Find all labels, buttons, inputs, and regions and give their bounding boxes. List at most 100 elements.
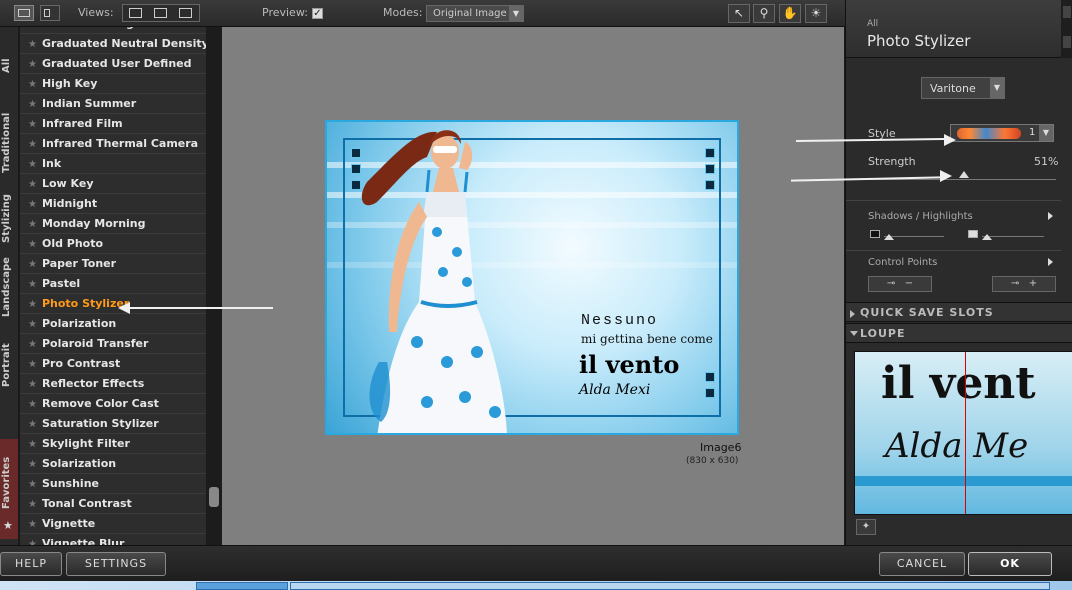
favorite-star-icon[interactable]: ★ — [28, 499, 37, 510]
quick-save-slots-header[interactable]: QUICK SAVE SLOTS — [846, 302, 1072, 322]
tab-landscape[interactable]: Landscape — [0, 247, 18, 319]
filter-item[interactable]: ★ Ink — [20, 154, 206, 174]
loupe-header[interactable]: LOUPE — [846, 323, 1072, 343]
style-selector[interactable]: 1 ▼ — [950, 124, 1054, 142]
favorite-star-icon[interactable]: ★ — [28, 259, 37, 270]
cancel-button[interactable]: CANCEL — [879, 552, 965, 576]
control-points-expand-icon[interactable] — [1048, 258, 1053, 266]
filter-item[interactable]: ★ Infrared Thermal Camera — [20, 134, 206, 154]
remove-control-point-button[interactable]: ⊸ − — [868, 276, 932, 292]
favorite-star-icon[interactable]: ★ — [28, 159, 37, 170]
filter-item[interactable]: ★ High Key — [20, 74, 206, 94]
tab-portrait[interactable]: Portrait — [0, 331, 18, 391]
favorite-star-icon[interactable]: ★ — [28, 459, 37, 470]
view-side-by-side-icon[interactable] — [179, 8, 192, 18]
filter-item[interactable]: ★ Polaroid Transfer — [20, 334, 206, 354]
preview-checkbox[interactable]: ✓ — [312, 8, 323, 19]
favorite-star-icon[interactable]: ★ — [28, 299, 37, 310]
filter-item[interactable]: ★ Low Key — [20, 174, 206, 194]
panel-collapse-icon[interactable] — [1063, 6, 1071, 18]
split-view-icon[interactable] — [40, 5, 60, 21]
scrollbar-thumb[interactable] — [209, 487, 219, 507]
favorite-star-icon[interactable]: ★ — [28, 99, 37, 110]
filter-item[interactable]: ★ Polarization — [20, 314, 206, 334]
filter-list-scrollbar[interactable] — [206, 27, 222, 545]
taskbar-window[interactable] — [196, 582, 288, 590]
favorite-star-icon[interactable]: ★ — [28, 339, 37, 350]
filter-item[interactable]: ★ Monday Morning — [20, 214, 206, 234]
panel-header: All Photo Stylizer — [846, 0, 1072, 58]
filter-item[interactable]: ★ Remove Color Cast — [20, 394, 206, 414]
filter-item[interactable]: ★ Photo Stylizer — [20, 294, 206, 314]
favorite-star-icon[interactable]: ★ — [28, 379, 37, 390]
favorite-star-icon[interactable]: ★ — [28, 359, 37, 370]
modes-dropdown[interactable]: Original Image ▼ — [426, 5, 524, 22]
favorite-star-icon[interactable]: ★ — [28, 239, 37, 250]
filter-item[interactable]: ★ Vignette Blur — [20, 534, 206, 545]
favorite-star-icon[interactable]: ★ — [28, 139, 37, 150]
help-button[interactable]: HELP — [0, 552, 62, 576]
favorite-star-icon[interactable]: ★ — [28, 399, 37, 410]
filter-item[interactable]: ★ Infrared Film — [20, 114, 206, 134]
hand-tool-icon[interactable]: ✋ — [779, 4, 801, 23]
favorite-star-icon[interactable]: ★ — [28, 439, 37, 450]
filter-item[interactable]: ★ Pro Contrast — [20, 354, 206, 374]
views-label: Views: — [78, 6, 114, 19]
ok-button[interactable]: OK — [968, 552, 1052, 576]
filter-item[interactable]: ★ Graduated User Defined — [20, 54, 206, 74]
tab-all[interactable]: All — [0, 35, 18, 75]
filter-item[interactable]: ★ Solarization — [20, 454, 206, 474]
filter-item[interactable]: ★ Indian Summer — [20, 94, 206, 114]
views-selector[interactable] — [122, 4, 200, 22]
favorite-star-icon[interactable]: ★ — [28, 479, 37, 490]
favorite-star-icon[interactable]: ★ — [28, 199, 37, 210]
add-control-point-button[interactable]: ⊸ + — [992, 276, 1056, 292]
filter-item[interactable]: ★ Sunshine — [20, 474, 206, 494]
filter-item[interactable]: ★ Midnight — [20, 194, 206, 214]
favorite-star-icon[interactable]: ★ — [28, 179, 37, 190]
filter-item-label: Remove Color Cast — [41, 397, 159, 410]
taskbar-window-active[interactable] — [290, 582, 1050, 590]
highlights-slider-knob[interactable] — [982, 234, 992, 240]
favorite-star-icon[interactable]: ★ — [28, 319, 37, 330]
pointer-tool-icon[interactable]: ↖ — [728, 4, 750, 23]
tab-stylizing[interactable]: Stylizing — [0, 177, 18, 247]
filter-item[interactable]: ★ Old Photo — [20, 234, 206, 254]
filter-item[interactable]: ★ Reflector Effects — [20, 374, 206, 394]
pin-loupe-icon[interactable]: ✦ — [856, 519, 876, 535]
settings-button[interactable]: SETTINGS — [66, 552, 166, 576]
favorite-star-icon[interactable]: ★ — [28, 279, 37, 290]
filter-item[interactable]: ★ Pastel — [20, 274, 206, 294]
filter-item[interactable]: ★ Saturation Stylizer — [20, 414, 206, 434]
favorite-star-icon[interactable]: ★ — [28, 119, 37, 130]
favorite-star-icon[interactable]: ★ — [28, 39, 37, 50]
filter-item-label: Pro Contrast — [41, 357, 121, 370]
view-single-icon[interactable] — [129, 8, 142, 18]
favorite-star-icon[interactable]: ★ — [28, 59, 37, 70]
category-tabs: All Traditional Stylizing Landscape Port… — [0, 27, 18, 545]
filter-item[interactable]: ★ Vignette — [20, 514, 206, 534]
chevron-down-icon: ▼ — [990, 78, 1004, 98]
favorite-star-icon[interactable]: ★ — [28, 419, 37, 430]
favorite-star-icon[interactable]: ★ — [28, 27, 37, 30]
tab-favorites[interactable]: Favorites ★ — [0, 439, 18, 539]
favorite-star-icon[interactable]: ★ — [28, 219, 37, 230]
shadows-expand-icon[interactable] — [1048, 212, 1053, 220]
strength-slider-knob[interactable] — [958, 171, 969, 178]
filter-item[interactable]: ★ Graduated Neutral Density — [20, 34, 206, 54]
preview-canvas[interactable]: Nessuno mi gettina bene come il vento Al… — [222, 27, 844, 545]
filter-item[interactable]: ★ Tonal Contrast — [20, 494, 206, 514]
favorite-star-icon[interactable]: ★ — [28, 79, 37, 90]
view-split-icon[interactable] — [154, 8, 167, 18]
compare-tool-icon[interactable]: ☀ — [805, 4, 827, 23]
tab-traditional[interactable]: Traditional — [0, 89, 18, 177]
favorite-star-icon[interactable]: ★ — [28, 519, 37, 530]
filter-item[interactable]: ★ Paper Toner — [20, 254, 206, 274]
single-view-icon[interactable] — [14, 5, 34, 21]
filter-item[interactable]: ★ Graduated Fog — [20, 27, 206, 34]
zoom-tool-icon[interactable]: ⚲ — [753, 4, 775, 23]
panel-expand-icon[interactable] — [1063, 36, 1071, 48]
preset-dropdown[interactable]: Varitone ▼ — [921, 77, 1005, 99]
shadows-slider-knob[interactable] — [884, 234, 894, 240]
filter-item[interactable]: ★ Skylight Filter — [20, 434, 206, 454]
